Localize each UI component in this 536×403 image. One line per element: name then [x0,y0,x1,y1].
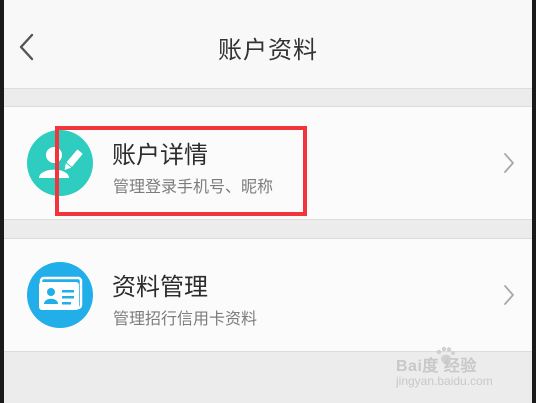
watermark-brand: Bai度 经验 [396,358,477,375]
baidu-jingyan-watermark: Bai度 经验 jingyan.baidu.com [396,346,508,392]
chevron-right-icon [502,151,516,175]
item-title: 资料管理 [112,273,208,301]
id-card-icon [27,262,93,328]
top-bar: 账户资料 [0,0,536,89]
user-edit-icon [27,130,93,196]
frame-edge-left [0,0,4,403]
page-title: 账户资料 [218,36,318,64]
list-item-profile-management[interactable]: 资料管理 管理招行信用卡资料 [0,238,536,352]
list-item-account-details[interactable]: 账户详情 管理登录手机号、昵称 [0,106,536,220]
frame-edge-right [532,0,536,403]
item-title: 账户详情 [112,141,208,169]
watermark-url: jingyan.baidu.com [396,374,493,388]
item-subtitle: 管理登录手机号、昵称 [113,177,274,196]
item-subtitle: 管理招行信用卡资料 [113,309,258,328]
chevron-right-icon [502,283,516,307]
